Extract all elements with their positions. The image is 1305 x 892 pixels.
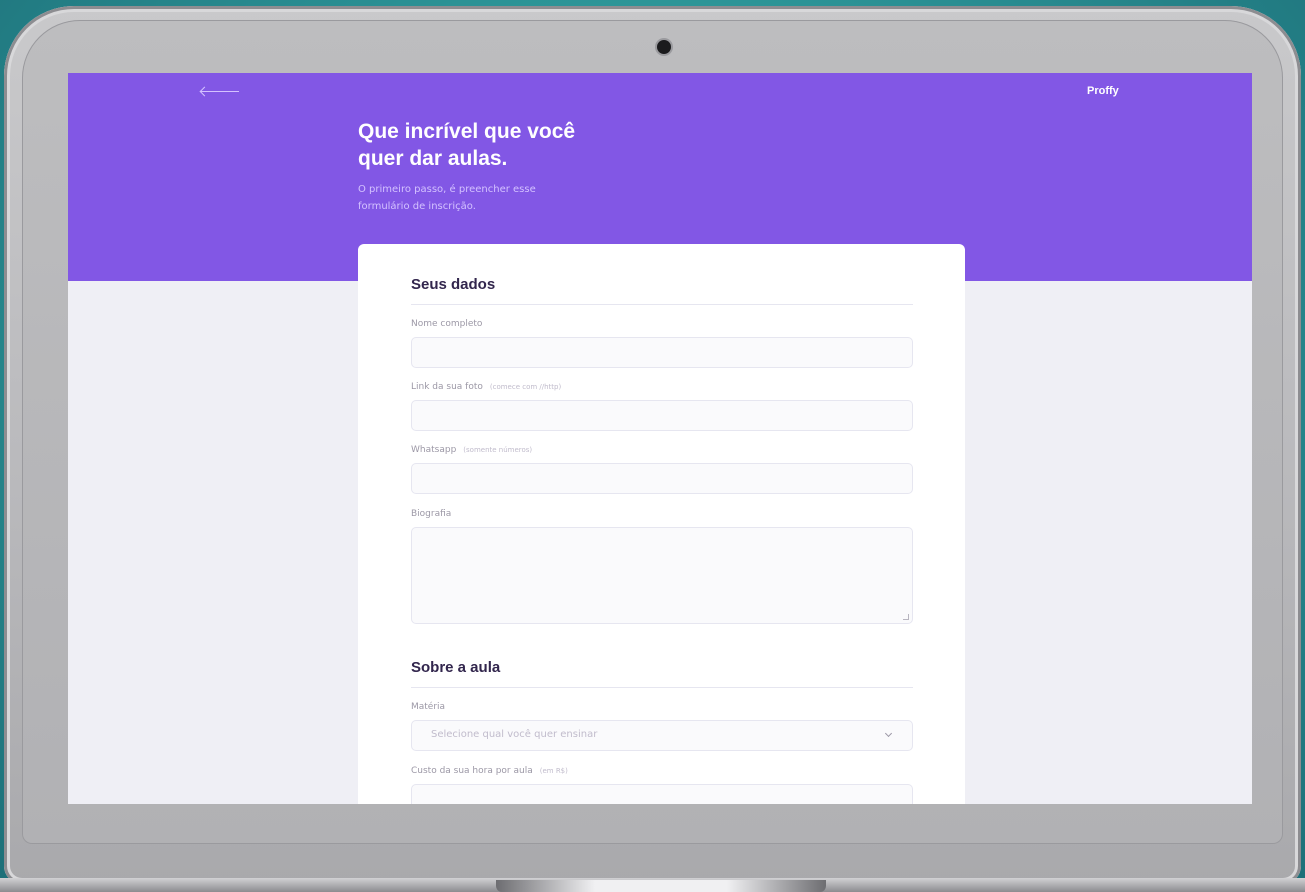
section-title-personal-data: Seus dados	[411, 276, 496, 293]
laptop-hinge	[496, 880, 826, 892]
name-label: Nome completo	[411, 319, 483, 329]
page-subtitle-line2: formulário de inscrição.	[358, 201, 476, 212]
cost-label: Custo da sua hora por aula (em R$)	[411, 766, 568, 776]
chevron-down-icon	[884, 729, 893, 738]
screen: Proffy Que incrível que você quer dar au…	[68, 73, 1252, 804]
page-title-line1: Que incrível que você	[358, 120, 576, 143]
name-input[interactable]	[411, 337, 913, 368]
webcam	[657, 40, 671, 54]
subject-select[interactable]: Selecione qual você quer ensinar	[411, 720, 913, 751]
bio-label: Biografia	[411, 509, 452, 519]
page-title-line2: quer dar aulas.	[358, 147, 508, 170]
cost-hint: (em R$)	[539, 767, 568, 775]
bio-textarea[interactable]	[411, 527, 913, 624]
cost-input[interactable]	[411, 784, 913, 804]
avatar-label: Link da sua foto (comece com //http)	[411, 382, 562, 392]
subject-label: Matéria	[411, 702, 446, 712]
arrow-left-icon[interactable]	[199, 83, 241, 99]
teacher-form: Seus dados Nome completo Link da sua fot…	[358, 244, 965, 804]
logo: Proffy	[1087, 85, 1119, 97]
section-divider	[411, 304, 913, 305]
subject-select-placeholder: Selecione qual você quer ensinar	[431, 729, 598, 740]
resize-handle[interactable]	[903, 614, 909, 620]
avatar-hint: (comece com //http)	[489, 383, 562, 391]
page-subtitle: O primeiro passo, é preencher esse formu…	[358, 181, 618, 215]
whatsapp-input[interactable]	[411, 463, 913, 494]
avatar-input[interactable]	[411, 400, 913, 431]
section-divider	[411, 687, 913, 688]
page-title: Que incrível que você quer dar aulas.	[358, 118, 758, 172]
whatsapp-label: Whatsapp (somente números)	[411, 445, 533, 455]
whatsapp-hint: (somente números)	[463, 446, 533, 454]
section-title-class-info: Sobre a aula	[411, 659, 501, 676]
page-subtitle-line1: O primeiro passo, é preencher esse	[358, 184, 536, 195]
